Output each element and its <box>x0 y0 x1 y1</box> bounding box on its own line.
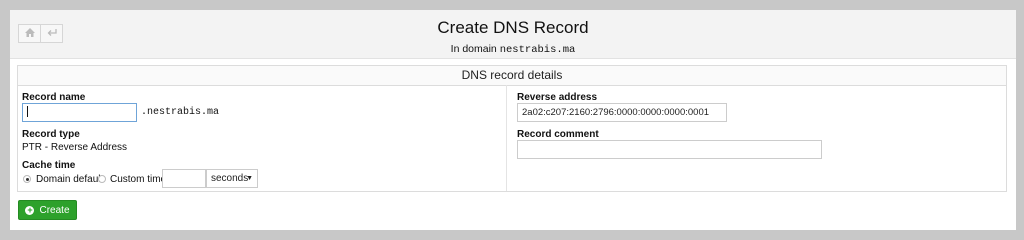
dropdown-arrow-icon: ▼ <box>246 175 253 182</box>
page-title: Create DNS Record <box>437 18 589 37</box>
cache-custom-label[interactable]: Custom time <box>110 174 166 185</box>
subtitle-prefix: In domain <box>450 43 497 55</box>
custom-time-input[interactable] <box>162 169 206 188</box>
cache-default-label[interactable]: Domain default <box>36 174 103 185</box>
domain-name: nestrabis.ma <box>499 44 576 56</box>
plus-circle-icon: + <box>25 204 35 215</box>
record-comment-input[interactable] <box>517 140 822 159</box>
page-subtitle: In domain nestrabis.ma <box>10 43 1016 56</box>
record-type-label: Record type <box>22 129 80 140</box>
record-name-input[interactable] <box>22 103 137 122</box>
cache-custom-radio[interactable] <box>98 175 106 183</box>
record-name-label: Record name <box>22 92 86 103</box>
cache-default-radio[interactable] <box>23 175 31 183</box>
reverse-address-input[interactable]: 2a02:c207:2160:2796:0000:0000:0000:0001 <box>517 103 727 122</box>
right-column: Reverse address 2a02:c207:2160:2796:0000… <box>506 85 1006 191</box>
page-frame: Create DNS Record In domain nestrabis.ma… <box>10 10 1016 230</box>
cache-time-label: Cache time <box>22 160 76 171</box>
record-comment-label: Record comment <box>517 129 599 140</box>
text-caret <box>27 105 28 117</box>
page-header: Create DNS Record In domain nestrabis.ma <box>10 10 1016 59</box>
dns-record-details-panel: DNS record details Record name .nestrabi… <box>17 65 1007 192</box>
left-column: Record name .nestrabis.ma Record type PT… <box>18 85 507 191</box>
create-button-label: Create <box>39 204 70 216</box>
panel-title: DNS record details <box>18 66 1006 86</box>
time-unit-select[interactable]: seconds ▼ <box>206 169 258 188</box>
reverse-address-label: Reverse address <box>517 92 598 103</box>
record-name-suffix: .nestrabis.ma <box>141 107 220 118</box>
record-type-value: PTR - Reverse Address <box>22 142 128 153</box>
time-unit-value: seconds <box>211 173 249 184</box>
create-button[interactable]: + Create <box>18 200 77 220</box>
